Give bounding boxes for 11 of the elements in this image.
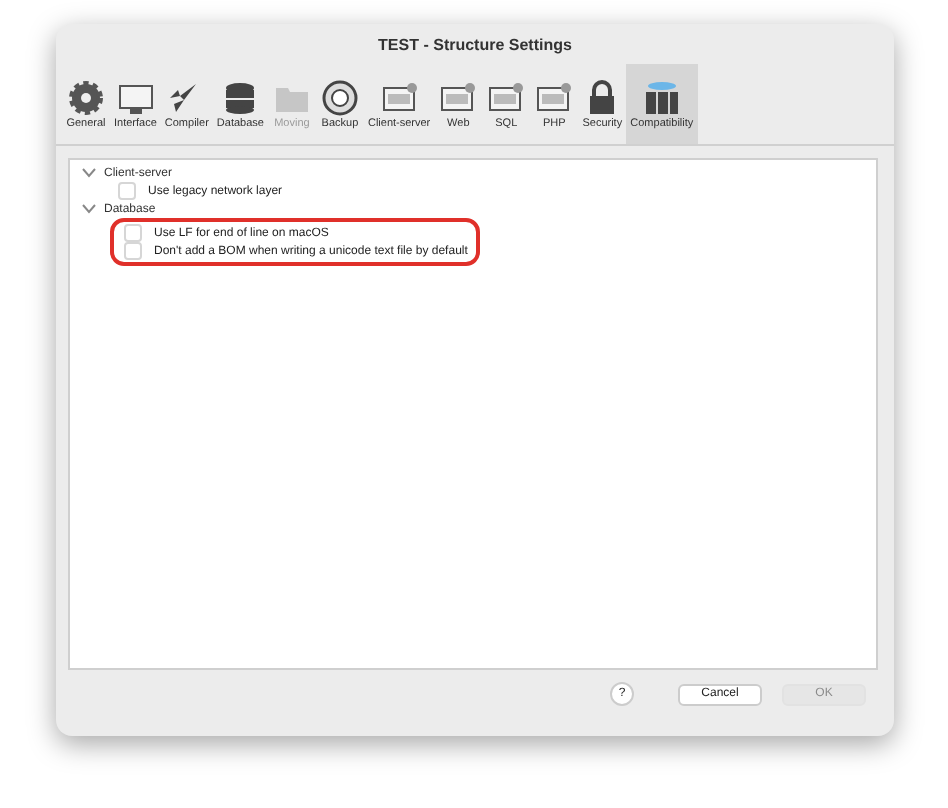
gear-icon: [66, 79, 106, 115]
monitor-icon: [115, 79, 156, 115]
checkbox[interactable]: [118, 182, 136, 200]
disc-icon: [319, 79, 360, 115]
checkbox[interactable]: [124, 242, 142, 260]
chevron-icon[interactable]: [82, 168, 96, 178]
chevron-icon[interactable]: [82, 204, 96, 214]
checkbox[interactable]: [124, 224, 142, 242]
app-icon: [379, 79, 420, 115]
window-title: TEST - Structure Settings: [378, 35, 572, 53]
servers-icon: [641, 79, 682, 115]
